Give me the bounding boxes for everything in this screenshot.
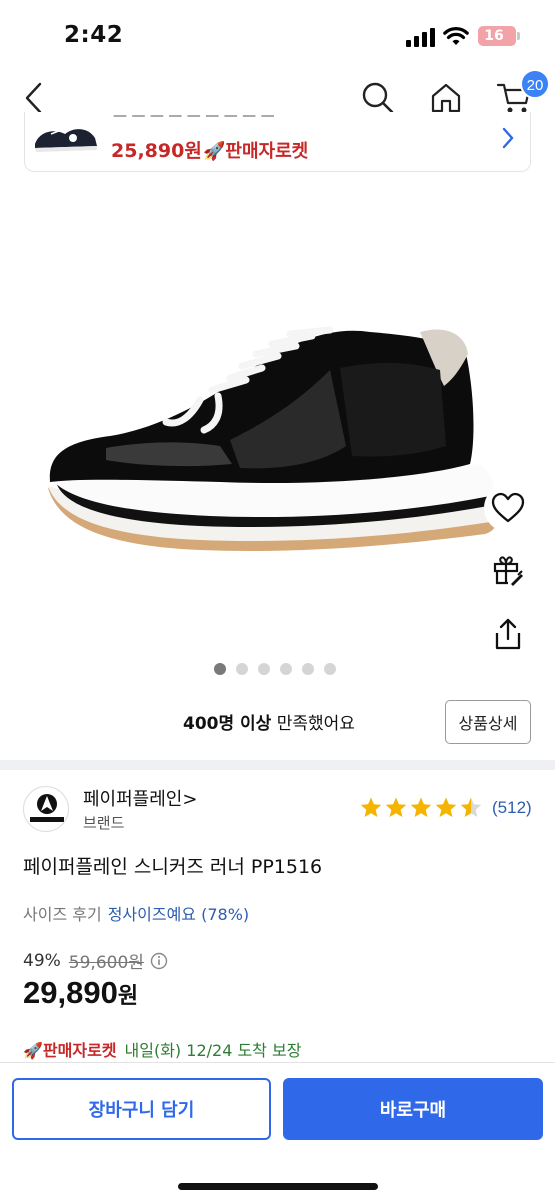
delivery-date: 내일(화) 12/24 도착 보장 [124, 1041, 302, 1060]
banner-cropped-text: — — — — — — — — — [113, 114, 275, 122]
brand-label: 브랜드 [83, 814, 125, 832]
bottom-action-bar: 장바구니 담기 바로구매 [0, 1062, 555, 1200]
banner-price: 25,890원 [111, 140, 202, 162]
cart-count-badge: 20 [520, 69, 550, 99]
original-price: 59,600원 [68, 953, 144, 973]
cellular-signal-icon [406, 27, 436, 47]
chevron-left-icon [25, 82, 42, 114]
section-divider [0, 760, 555, 770]
pagination-dot[interactable] [258, 663, 270, 675]
pagination-dot[interactable] [236, 663, 248, 675]
sale-price-unit: 원 [117, 984, 139, 1009]
battery-level: 16 [484, 28, 504, 44]
brand-logo[interactable] [23, 786, 69, 832]
add-to-cart-button[interactable]: 장바구니 담기 [12, 1078, 271, 1140]
pagination-dot[interactable] [302, 663, 314, 675]
status-time: 2:42 [64, 22, 124, 48]
image-pagination [214, 663, 336, 675]
delivery-rocket-label: 🚀판매자로켓 [23, 1041, 117, 1060]
status-bar: 2:42 16 [0, 0, 555, 70]
rocket-deal-banner[interactable]: — — — — — — — — — 25,890원 🚀판매자로켓 [24, 112, 531, 172]
brand-name-link[interactable]: 페이퍼플레인> [83, 785, 197, 811]
home-icon [431, 83, 461, 113]
size-review-label: 사이즈 후기 [23, 905, 102, 924]
product-title: 페이퍼플레인 스니커즈 러너 PP1516 [23, 856, 323, 878]
pagination-dot-active[interactable] [214, 663, 226, 675]
banner-shoe-thumbnail [35, 129, 97, 152]
wishlist-button[interactable] [484, 484, 532, 532]
product-image[interactable] [0, 250, 555, 630]
satisfaction-count: 400명 이상 [183, 714, 272, 734]
size-review[interactable]: 사이즈 후기 정사이즈예요 (78%) [23, 901, 249, 925]
home-indicator[interactable] [178, 1183, 378, 1190]
delivery-info: 🚀판매자로켓 내일(화) 12/24 도착 보장 [23, 1037, 301, 1061]
wifi-icon [443, 27, 469, 45]
star-rating-icon [360, 797, 482, 817]
banner-rocket-label: 🚀판매자로켓 [203, 141, 309, 162]
sale-price-amount: 29,890 [23, 975, 118, 1010]
gift-icon [493, 556, 523, 586]
product-detail-button[interactable]: 상품상세 [445, 700, 531, 744]
paperplanes-logo-icon [30, 794, 64, 822]
size-review-value: 정사이즈예요 (78%) [107, 905, 250, 924]
satisfaction-suffix: 만족했어요 [271, 714, 355, 734]
discount-row: 49% 59,600원 [23, 948, 168, 973]
satisfaction-text: 400명 이상 만족했어요 [183, 709, 355, 734]
share-button[interactable] [484, 610, 532, 658]
battery-icon: 16 [478, 26, 520, 46]
chevron-right-icon [502, 127, 514, 149]
gift-button[interactable] [484, 546, 532, 594]
review-count-link[interactable]: (512) [492, 798, 532, 818]
pagination-dot[interactable] [280, 663, 292, 675]
buy-now-button[interactable]: 바로구매 [283, 1078, 543, 1140]
sale-price: 29,890원 [23, 975, 138, 1011]
heart-icon [491, 492, 525, 523]
discount-percent: 49% [23, 950, 61, 971]
pagination-dot[interactable] [324, 663, 336, 675]
share-icon [495, 618, 521, 650]
info-icon[interactable] [150, 952, 168, 970]
rating-stars[interactable] [359, 796, 483, 820]
search-icon [362, 82, 394, 114]
